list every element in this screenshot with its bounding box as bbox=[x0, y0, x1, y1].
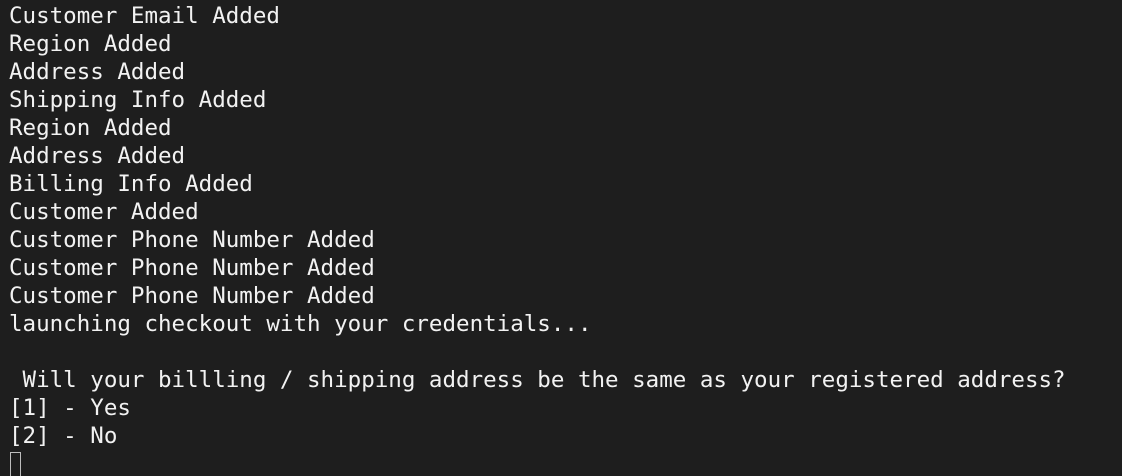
terminal-output-line: Customer Phone Number Added bbox=[9, 283, 375, 309]
terminal-output-line: Shipping Info Added bbox=[9, 87, 267, 113]
prompt-option-no: [2] - No bbox=[9, 423, 118, 449]
terminal-output-line: Customer Phone Number Added bbox=[9, 227, 375, 253]
terminal-output-line: Region Added bbox=[9, 31, 172, 57]
prompt-question: Will your billling / shipping address be… bbox=[9, 367, 1066, 393]
text-cursor[interactable] bbox=[10, 452, 21, 476]
terminal-output-line: Customer Email Added bbox=[9, 3, 280, 29]
terminal-output-line: Region Added bbox=[9, 115, 172, 141]
terminal-input-line[interactable] bbox=[9, 450, 1122, 476]
terminal-output-line: Address Added bbox=[9, 59, 186, 85]
terminal-window[interactable]: Customer Email Added Region Added Addres… bbox=[0, 0, 1122, 476]
terminal-output-line: Address Added bbox=[9, 143, 186, 169]
prompt-option-yes: [1] - Yes bbox=[9, 395, 131, 421]
terminal-output-line: Customer Added bbox=[9, 199, 199, 225]
terminal-output-line: launching checkout with your credentials… bbox=[9, 311, 592, 337]
terminal-output-line: Billing Info Added bbox=[9, 171, 253, 197]
terminal-output-line: Customer Phone Number Added bbox=[9, 255, 375, 281]
